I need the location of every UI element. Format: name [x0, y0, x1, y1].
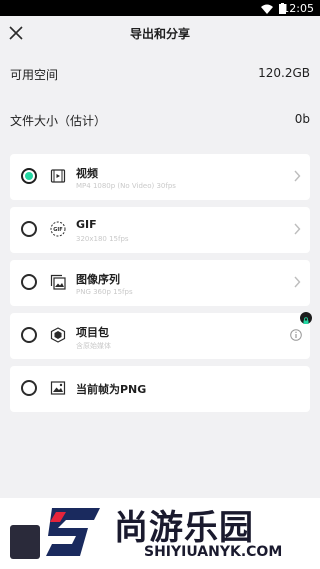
- svg-text:GIF: GIF: [53, 227, 62, 233]
- file-size-value: 0b: [294, 112, 310, 126]
- option-subtitle: 含原始媒体: [76, 342, 111, 350]
- watermark-url: SHIYIUANYK.COM: [144, 544, 283, 560]
- image-sequence-icon: [50, 274, 66, 290]
- watermark-text: 尚游乐园: [114, 508, 254, 548]
- option-title: GIF: [76, 218, 97, 231]
- radio-gif[interactable]: [21, 221, 37, 237]
- chevron-right-icon: [294, 170, 301, 182]
- option-subtitle: 320x180 15fps: [76, 235, 129, 243]
- radio-video[interactable]: [21, 168, 37, 184]
- available-space-value: 120.2GB: [258, 66, 310, 80]
- option-title: 图像序列: [76, 273, 120, 286]
- option-project-package[interactable]: 项目包 含原始媒体: [10, 313, 310, 359]
- lock-icon: [303, 317, 309, 324]
- option-gif[interactable]: GIF GIF 320x180 15fps: [10, 207, 310, 253]
- option-subtitle: MP4 1080p (No Video) 30fps: [76, 182, 176, 190]
- option-title: 项目包: [76, 326, 109, 339]
- watermark-logo-icon: [46, 508, 100, 556]
- lock-badge: [300, 312, 312, 324]
- close-icon[interactable]: [7, 24, 25, 42]
- file-size-label: 文件大小（估计）: [10, 114, 107, 128]
- package-icon: [50, 327, 66, 343]
- radio-image-sequence[interactable]: [21, 274, 37, 290]
- option-subtitle: PNG 360p 15fps: [76, 288, 133, 296]
- chevron-right-icon: [294, 276, 301, 288]
- video-icon: [50, 169, 66, 183]
- gif-icon: GIF: [50, 221, 66, 237]
- export-thumbnail[interactable]: [10, 525, 40, 559]
- option-title: 当前帧为PNG: [76, 383, 147, 396]
- page-title: 导出和分享: [129, 26, 190, 41]
- watermark: 尚游乐园 SHIYIUANYK.COM: [40, 498, 320, 569]
- wifi-icon: [261, 4, 273, 14]
- status-bar: 12:05: [0, 0, 320, 16]
- available-space-label: 可用空间: [10, 68, 59, 82]
- chevron-right-icon: [294, 223, 301, 235]
- option-image-sequence[interactable]: 图像序列 PNG 360p 15fps: [10, 260, 310, 306]
- top-bar: 导出和分享: [0, 16, 320, 50]
- radio-current-frame-png[interactable]: [21, 380, 37, 396]
- info-icon[interactable]: [290, 329, 302, 341]
- radio-project-package[interactable]: [21, 327, 37, 343]
- option-current-frame-png[interactable]: 当前帧为PNG: [10, 366, 310, 412]
- status-time: 12:05: [282, 2, 314, 15]
- image-icon: [50, 381, 66, 395]
- option-video[interactable]: 视频 MP4 1080p (No Video) 30fps: [10, 154, 310, 200]
- option-title: 视频: [76, 167, 98, 180]
